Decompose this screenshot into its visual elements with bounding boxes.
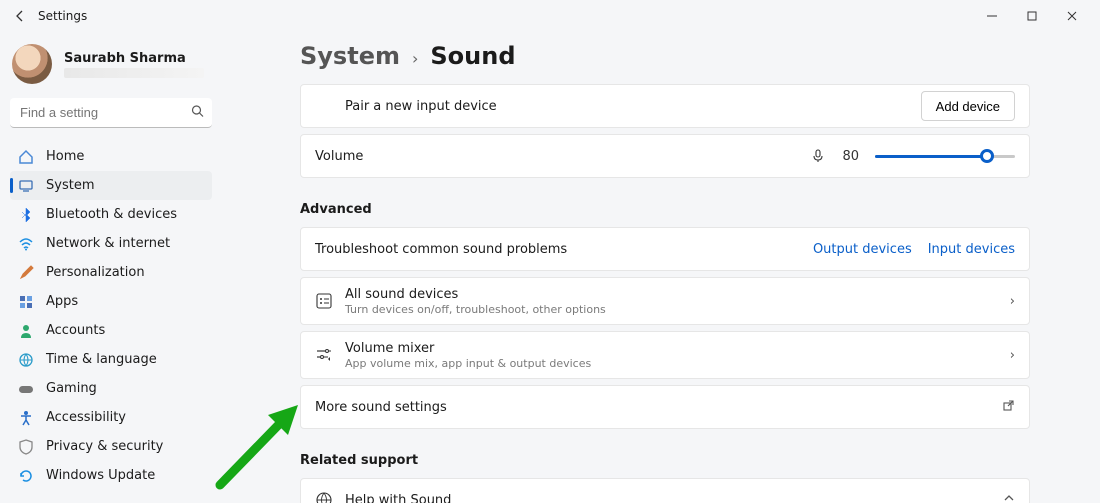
search-input[interactable]	[10, 98, 212, 128]
sidebar-item-label: Apps	[46, 294, 78, 309]
input-devices-link[interactable]: Input devices	[928, 242, 1015, 257]
system-icon	[18, 178, 34, 194]
sidebar-item-label: Home	[46, 149, 84, 164]
sidebar-item-home[interactable]: Home	[10, 142, 212, 171]
close-button[interactable]	[1052, 2, 1092, 30]
volume-mixer-title: Volume mixer	[345, 341, 1010, 356]
profile-email-redacted	[64, 68, 204, 78]
device-list-icon	[315, 292, 345, 310]
sidebar-item-label: Network & internet	[46, 236, 170, 251]
shield-icon	[18, 439, 34, 455]
mixer-icon	[315, 346, 345, 364]
profile-name: Saurabh Sharma	[64, 51, 204, 66]
all-sound-devices-card[interactable]: All sound devices Turn devices on/off, t…	[300, 277, 1030, 325]
mic-icon[interactable]	[810, 148, 826, 164]
avatar	[12, 44, 52, 84]
help-with-sound-card[interactable]: Help with Sound	[300, 478, 1030, 503]
external-link-icon	[1002, 399, 1015, 416]
output-devices-link[interactable]: Output devices	[813, 242, 912, 257]
volume-slider[interactable]	[875, 148, 1015, 164]
sidebar-item-label: Accounts	[46, 323, 105, 338]
volume-mixer-card[interactable]: Volume mixer App volume mix, app input &…	[300, 331, 1030, 379]
brush-icon	[18, 265, 34, 281]
sidebar-item-bluetooth[interactable]: Bluetooth & devices	[10, 200, 212, 229]
all-sound-devices-title: All sound devices	[345, 287, 1010, 302]
accessibility-icon	[18, 410, 34, 426]
home-icon	[18, 149, 34, 165]
back-button[interactable]	[8, 4, 32, 28]
troubleshoot-title: Troubleshoot common sound problems	[315, 242, 813, 257]
breadcrumb: System › Sound	[300, 42, 1030, 70]
pair-device-card: Pair a new input device Add device	[300, 84, 1030, 128]
sidebar-item-accounts[interactable]: Accounts	[10, 316, 212, 345]
maximize-button[interactable]	[1012, 2, 1052, 30]
chevron-right-icon: ›	[1010, 348, 1015, 363]
sidebar-item-time[interactable]: Time & language	[10, 345, 212, 374]
chevron-right-icon: ›	[412, 49, 418, 68]
sidebar-item-system[interactable]: System	[10, 171, 212, 200]
sidebar-item-network[interactable]: Network & internet	[10, 229, 212, 258]
advanced-header: Advanced	[300, 202, 1030, 217]
search-box[interactable]	[10, 98, 212, 128]
sidebar-item-label: Windows Update	[46, 468, 155, 483]
add-device-button[interactable]: Add device	[921, 91, 1015, 121]
volume-mixer-sub: App volume mix, app input & output devic…	[345, 357, 1010, 370]
bluetooth-icon	[18, 207, 34, 223]
chevron-up-icon	[1003, 492, 1015, 503]
page-title: Sound	[430, 42, 515, 70]
sidebar-item-label: Personalization	[46, 265, 145, 280]
related-support-header: Related support	[300, 453, 1030, 468]
breadcrumb-parent[interactable]: System	[300, 42, 400, 70]
sidebar-item-personalization[interactable]: Personalization	[10, 258, 212, 287]
apps-icon	[18, 294, 34, 310]
wifi-icon	[18, 236, 34, 252]
volume-card: Volume 80	[300, 134, 1030, 178]
search-icon	[191, 105, 204, 122]
sidebar-item-label: Bluetooth & devices	[46, 207, 177, 222]
sidebar-item-gaming[interactable]: Gaming	[10, 374, 212, 403]
troubleshoot-card: Troubleshoot common sound problems Outpu…	[300, 227, 1030, 271]
sidebar-item-privacy[interactable]: Privacy & security	[10, 432, 212, 461]
person-icon	[18, 323, 34, 339]
more-sound-settings-card[interactable]: More sound settings	[300, 385, 1030, 429]
help-globe-icon	[315, 491, 345, 503]
volume-title: Volume	[315, 149, 810, 164]
app-title: Settings	[38, 9, 87, 23]
help-with-sound-title: Help with Sound	[345, 493, 1003, 503]
profile[interactable]: Saurabh Sharma	[10, 44, 212, 84]
all-sound-devices-sub: Turn devices on/off, troubleshoot, other…	[345, 303, 1010, 316]
sidebar-item-apps[interactable]: Apps	[10, 287, 212, 316]
globe-icon	[18, 352, 34, 368]
sidebar-item-label: Privacy & security	[46, 439, 163, 454]
more-sound-settings-title: More sound settings	[315, 400, 1002, 415]
minimize-button[interactable]	[972, 2, 1012, 30]
volume-value: 80	[842, 149, 859, 164]
sidebar-item-accessibility[interactable]: Accessibility	[10, 403, 212, 432]
update-icon	[18, 468, 34, 484]
sidebar-item-label: System	[46, 178, 94, 193]
pair-device-title: Pair a new input device	[345, 99, 921, 114]
sidebar-item-label: Accessibility	[46, 410, 126, 425]
sidebar-item-label: Time & language	[46, 352, 157, 367]
sidebar-item-label: Gaming	[46, 381, 97, 396]
chevron-right-icon: ›	[1010, 294, 1015, 309]
gaming-icon	[18, 381, 34, 397]
sidebar-item-update[interactable]: Windows Update	[10, 461, 212, 490]
